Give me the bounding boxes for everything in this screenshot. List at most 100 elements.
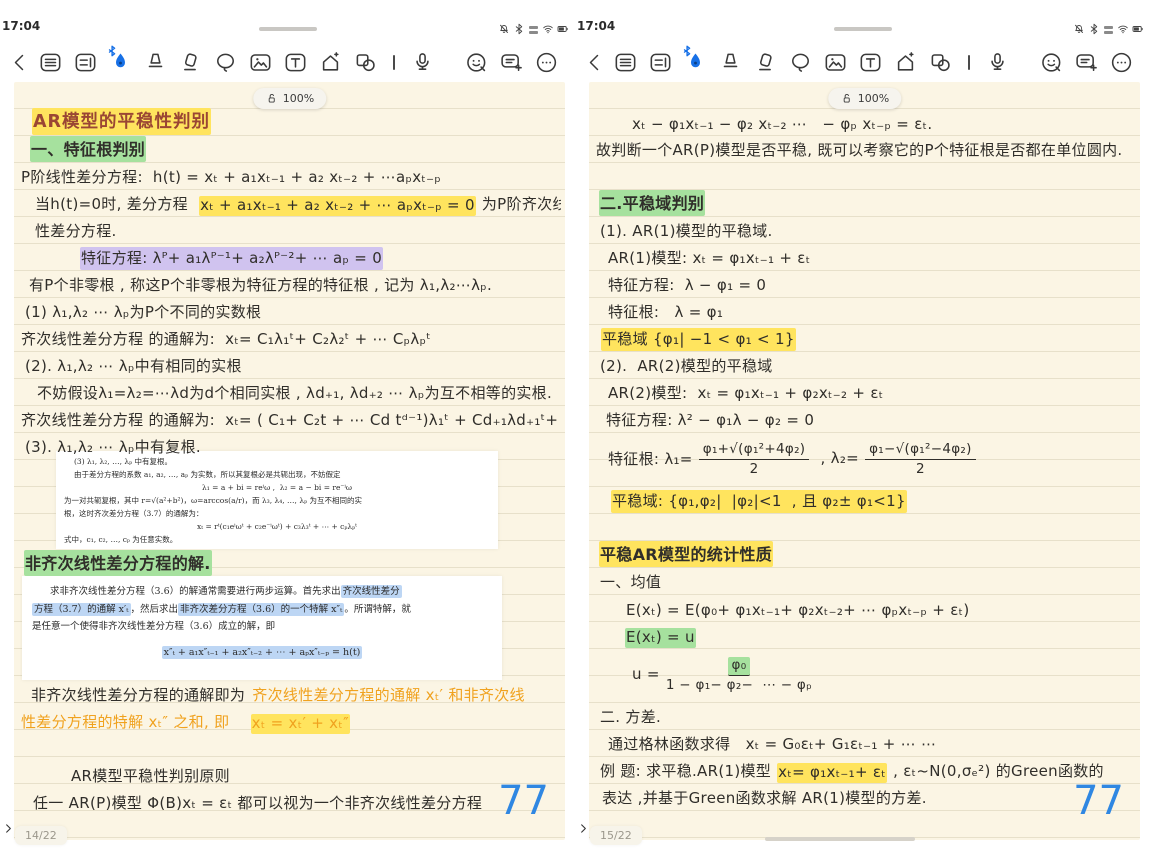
back-icon[interactable]	[8, 46, 32, 78]
more-icon[interactable]	[1105, 46, 1138, 78]
battery-icon	[557, 20, 569, 39]
notebook-page[interactable]: 100% AR模型的平稳性判别一、特征根判别P阶线性差分方程: h(t) = x…	[14, 82, 565, 840]
section-heading: 平稳AR模型的统计性质	[595, 540, 1136, 567]
handwritten-line: P阶线性差分方程: h(t) = xₜ + a₁xₜ₋₁ + a₂ xₜ₋₂ +…	[20, 162, 561, 189]
shape-wand-icon[interactable]	[314, 46, 347, 78]
network-speed-icon	[528, 26, 539, 34]
page-indicator[interactable]: 14/22	[15, 826, 67, 845]
zoom-indicator[interactable]: 100%	[253, 88, 326, 109]
handwritten-line: 齐次线性差分方程 的通解为: xₜ= C₁λ₁ᵗ+ C₂λ₂ᵗ + ⋯ Cₚλₚ…	[20, 324, 561, 351]
toolbar-divider	[393, 55, 395, 70]
handwritten-line: (1) λ₁,λ₂ ⋯ λₚ为P个不同的实数根	[20, 297, 561, 324]
handwritten-line: 特征方程: λᴾ+ a₁λᴾ⁻¹+ a₂λᴾ⁻²+ ⋯ aₚ = 0	[20, 243, 561, 270]
comment-add-icon[interactable]	[1070, 46, 1103, 78]
pen-icon[interactable]	[104, 46, 137, 78]
handwritten-line: 特征根: λ = φ₁	[595, 297, 1136, 324]
handwritten-line: 齐次线性差分方程 的通解为: xₜ= ( C₁+ C₂t + ⋯ Cd tᵈ⁻¹…	[20, 405, 561, 432]
handwritten-line: 平稳域: {φ₁,φ₂| |φ₂|<1 , 且 φ₂± φ₁<1}	[595, 486, 1136, 513]
expand-sidebar-chevron[interactable]	[578, 822, 589, 835]
text-icon[interactable]	[854, 46, 887, 78]
text-icon[interactable]	[279, 46, 312, 78]
window-drag-handle[interactable]	[834, 27, 892, 31]
thumbnails-icon[interactable]	[609, 46, 642, 78]
pasted-textbook-snippet-1[interactable]: (3) λ₁, λ₂, …, λₚ 中有复根。由于差分方程的系数 a₁, a₂,…	[56, 451, 498, 549]
section-heading: 非齐次线性差分方程的解.	[20, 549, 561, 576]
audio-record-icon[interactable]	[406, 46, 439, 78]
horizontal-scrollbar[interactable]	[765, 837, 915, 841]
pen-icon[interactable]	[679, 46, 712, 78]
handwritten-line: 二. 方差.	[595, 702, 1136, 729]
zoom-value: 100%	[283, 92, 314, 105]
outline-icon[interactable]	[644, 46, 677, 78]
handwritten-line: 特征方程: λ − φ₁ = 0	[595, 270, 1136, 297]
split-screen: 17:04 100% AR模型的平稳性判别一、特征根判别P阶线性差分方程: h(…	[0, 0, 1150, 862]
handwritten-line: xₜ − φ₁xₜ₋₁ − φ₂ xₜ₋₂ ⋯ − φₚ xₜ₋ₚ = εₜ.	[595, 108, 1136, 135]
battery-icon	[1132, 20, 1144, 39]
sticker-icon[interactable]	[460, 46, 493, 78]
handwritten-line: E(xₜ) = E(φ₀+ φ₁xₜ₋₁+ φ₂xₜ₋₂+ ⋯ φₚxₜ₋ₚ +…	[595, 594, 1136, 621]
outline-icon[interactable]	[69, 46, 102, 78]
bluetooth-icon	[513, 20, 525, 39]
back-icon[interactable]	[583, 46, 607, 78]
handwritten-notes: AR模型的平稳性判别一、特征根判别P阶线性差分方程: h(t) = xₜ + a…	[20, 108, 561, 840]
shapes-icon[interactable]	[349, 46, 382, 78]
eraser-icon[interactable]	[749, 46, 782, 78]
eraser-icon[interactable]	[174, 46, 207, 78]
mute-bell-icon	[1073, 20, 1085, 39]
handwritten-line: (2). AR(2)模型的平稳域	[595, 351, 1136, 378]
handwritten-line: 当h(t)=0时, 差分方程 xₜ + a₁xₜ₋₁ + a₂ xₜ₋₂ + ⋯…	[20, 189, 561, 216]
audio-record-icon[interactable]	[981, 46, 1014, 78]
print-line: 由于差分方程的系数 a₁, a₂, …, aₚ 为实数，所以其复根必是共轭出现，…	[64, 468, 490, 481]
zoom-indicator[interactable]: 100%	[828, 88, 901, 109]
print-line: xₜ = rᵗ(c₁eⁱωᵗ + c₂e⁻ⁱωᵗ) + c₃λ₃ᵗ + ⋯ + …	[64, 520, 490, 533]
handwritten-line: 平稳域 {φ₁| −1 < φ₁ < 1}	[595, 324, 1136, 351]
handwritten-line: (2). λ₁,λ₂ ⋯ λₚ中有相同的实根	[20, 351, 561, 378]
print-line: 求非齐次线性差分方程（3.6）的解通常需要进行两步运算。首先求出齐次线性差分	[32, 583, 492, 601]
unlock-icon	[840, 92, 853, 105]
marker-icon[interactable]	[139, 46, 172, 78]
shape-wand-icon[interactable]	[889, 46, 922, 78]
clock: 17:04	[577, 19, 615, 33]
handwritten-line: AR(2)模型: xₜ = φ₁xₜ₋₁ + φ₂xₜ₋₂ + εₜ	[595, 378, 1136, 405]
shapes-icon[interactable]	[924, 46, 957, 78]
status-bar: 17:04	[575, 0, 1150, 42]
page-title: AR模型的平稳性判别	[20, 108, 561, 135]
more-icon[interactable]	[530, 46, 563, 78]
window-drag-handle[interactable]	[259, 27, 317, 31]
section-heading: 二.平稳域判别	[595, 189, 1136, 216]
handwritten-line: 性差分方程.	[20, 216, 561, 243]
handwritten-line: 任一 AR(P)模型 Φ(B)xₜ = εₜ 都可以视为一个非齐次线性差分方程	[20, 788, 561, 815]
wifi-icon	[1117, 20, 1129, 39]
handwritten-line: u = φ₀1 − φ₁− φ₂− ⋯ − φₚ	[595, 648, 1136, 702]
sticker-icon[interactable]	[1035, 46, 1068, 78]
handwritten-line: 故判断一个AR(P)模型是否平稳, 既可以考察它的P个特征根是否都在单位圆内.	[595, 135, 1136, 162]
toolbar	[575, 42, 1150, 82]
print-line: 根，这时齐次差分方程（3.7）的通解为：	[64, 507, 490, 520]
clock: 17:04	[2, 19, 40, 33]
network-speed-icon	[1103, 26, 1114, 34]
image-icon[interactable]	[819, 46, 852, 78]
handwritten-line	[20, 734, 561, 761]
print-line: 是任意一个使得非齐次线性差分方程（3.6）成立的解，即	[32, 618, 492, 636]
notebook-page[interactable]: 100% xₜ − φ₁xₜ₋₁ − φ₂ xₜ₋₂ ⋯ − φₚ xₜ₋ₚ =…	[589, 82, 1140, 840]
print-line: (3) λ₁, λ₂, …, λₚ 中有复根。	[64, 455, 490, 468]
section-heading: 一、特征根判别	[20, 135, 561, 162]
image-icon[interactable]	[244, 46, 277, 78]
handwritten-line: AR(1)模型: xₜ = φ₁xₜ₋₁ + εₜ	[595, 243, 1136, 270]
lasso-icon[interactable]	[209, 46, 242, 78]
note-window-right: 17:04 100% xₜ − φ₁xₜ₋₁ − φ₂ xₜ₋₂ ⋯ − φₚ …	[575, 0, 1150, 862]
page-indicator[interactable]: 15/22	[590, 826, 642, 845]
page-number: 77	[498, 778, 549, 824]
pasted-textbook-snippet-2[interactable]: 求非齐次线性差分方程（3.6）的解通常需要进行两步运算。首先求出齐次线性差分方程…	[22, 576, 502, 680]
status-bar: 17:04	[0, 0, 575, 42]
print-line: 式中，c₁, c₂, …, cₚ 为任意实数。	[64, 533, 490, 546]
expand-sidebar-chevron[interactable]	[3, 822, 14, 835]
print-line: λ₁ = a + bi = reⁱω , λ₂ = a − bi = re⁻ⁱω	[64, 481, 490, 494]
lasso-icon[interactable]	[784, 46, 817, 78]
handwritten-line: (1). AR(1)模型的平稳域.	[595, 216, 1136, 243]
marker-icon[interactable]	[714, 46, 747, 78]
status-icons	[498, 20, 569, 39]
thumbnails-icon[interactable]	[34, 46, 67, 78]
comment-add-icon[interactable]	[495, 46, 528, 78]
handwritten-line: 特征根: λ₁= φ₁+√(φ₁²+4φ₂)2 , λ₂= φ₁−√(φ₁²−4…	[595, 432, 1136, 486]
